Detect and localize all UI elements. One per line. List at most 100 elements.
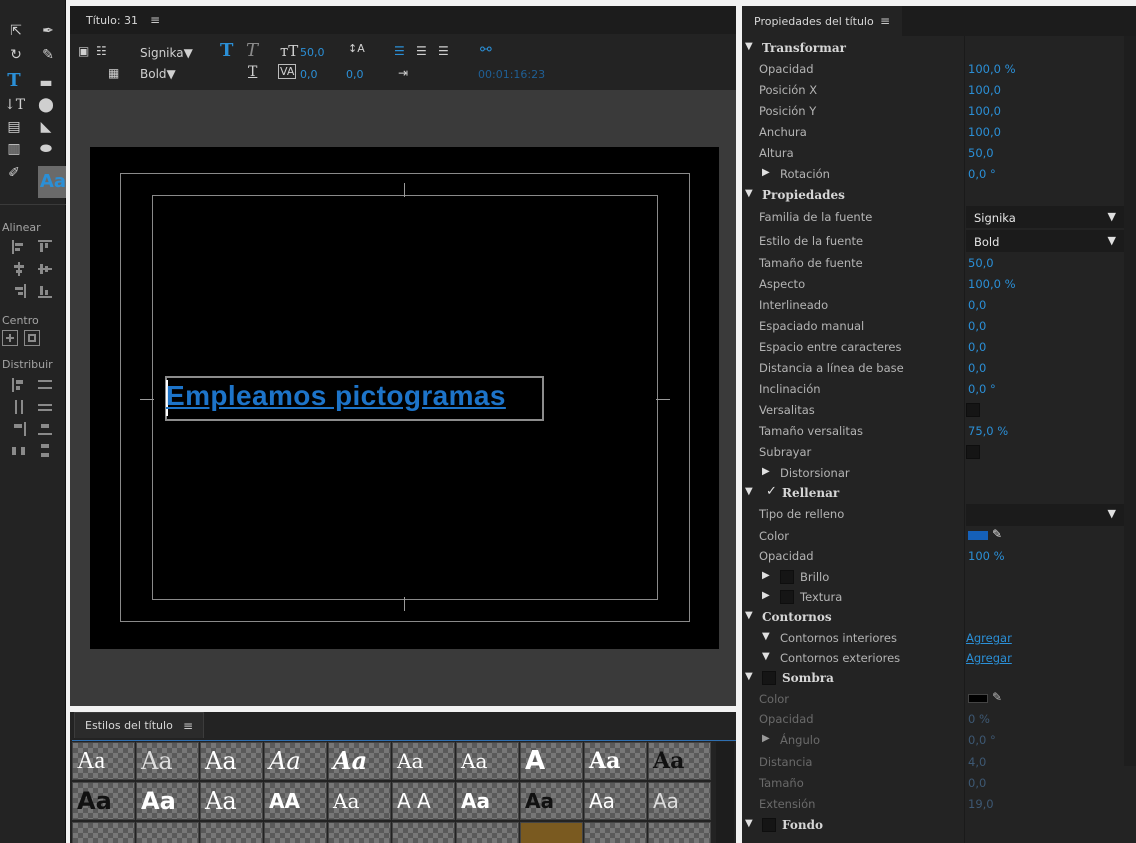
font-family-select[interactable]: Signika bbox=[140, 46, 212, 60]
style-swatch[interactable]: AA bbox=[264, 782, 327, 820]
dropdown-arrow-icon[interactable]: ▼ bbox=[1108, 234, 1116, 247]
path-type-icon[interactable]: ✐ bbox=[4, 164, 24, 182]
collapse-triangle-icon[interactable]: ▼ bbox=[745, 188, 753, 199]
style-swatch[interactable] bbox=[328, 822, 391, 843]
styles-menu-icon[interactable]: ≡ bbox=[183, 719, 193, 733]
rotate-icon[interactable]: ↻ bbox=[6, 46, 26, 64]
properties-tab[interactable]: Propiedades del título ≡ bbox=[742, 6, 902, 36]
align-right-text-icon[interactable]: ☰ bbox=[438, 44, 449, 58]
background-checkbox[interactable] bbox=[762, 818, 776, 832]
expand-triangle-icon[interactable]: ▶ bbox=[762, 466, 770, 477]
title-editor-tab[interactable]: Título: 31 bbox=[86, 14, 138, 27]
section-fill[interactable]: ▼ ✓ Rellenar bbox=[742, 483, 1124, 503]
style-swatch-icon[interactable]: Aa bbox=[38, 166, 66, 198]
prop-texture[interactable]: ▶ Textura bbox=[742, 587, 1124, 607]
small-caps-checkbox[interactable] bbox=[966, 403, 980, 417]
style-swatch[interactable]: Aa bbox=[520, 782, 583, 820]
new-title-icon[interactable]: ▣ bbox=[78, 44, 89, 58]
align-hcenter-icon[interactable] bbox=[12, 262, 26, 276]
texture-checkbox[interactable] bbox=[780, 590, 794, 604]
style-swatch[interactable]: Aa bbox=[328, 742, 391, 780]
distribute-top-icon[interactable] bbox=[38, 378, 52, 392]
expand-triangle-icon[interactable]: ▶ bbox=[762, 590, 770, 601]
area-type-icon[interactable]: ▤ bbox=[4, 118, 24, 136]
type-tool-icon[interactable]: T bbox=[4, 72, 24, 90]
styles-scrollbar[interactable] bbox=[716, 742, 734, 843]
align-center-text-icon[interactable]: ☰ bbox=[416, 44, 427, 58]
style-swatch[interactable]: Aa bbox=[72, 782, 135, 820]
distribute-left-icon[interactable] bbox=[12, 378, 26, 392]
section-transform[interactable]: ▼ Transformar bbox=[742, 38, 1124, 58]
prop-value[interactable]: 75,0 % bbox=[968, 424, 1008, 438]
prop-inner-strokes[interactable]: ▼ Contornos interiores Agregar bbox=[742, 628, 1124, 648]
style-swatch[interactable]: Aa bbox=[584, 782, 647, 820]
title-styles-tab[interactable]: Estilos del título ≡ bbox=[74, 712, 204, 738]
align-left-icon[interactable] bbox=[12, 240, 26, 254]
wedge-icon[interactable]: ◣ bbox=[36, 118, 56, 136]
tab-stops-icon[interactable]: ⇥ bbox=[398, 66, 408, 80]
expand-triangle-icon[interactable]: ▶ bbox=[762, 733, 770, 744]
prop-value[interactable]: 0,0 ° bbox=[968, 733, 996, 747]
rectangle-icon[interactable]: ▬ bbox=[36, 74, 56, 92]
style-swatch[interactable]: Aa bbox=[584, 742, 647, 780]
roll-crawl-icon[interactable]: ☷ bbox=[96, 44, 107, 58]
prop-value[interactable]: 0 % bbox=[968, 712, 990, 726]
prop-value[interactable]: 100 % bbox=[968, 549, 1005, 563]
prop-value[interactable]: 100,0 % bbox=[968, 62, 1016, 76]
center-vertical-icon[interactable] bbox=[24, 330, 40, 346]
bold-icon[interactable]: T bbox=[220, 40, 233, 61]
style-swatch[interactable]: Aa bbox=[648, 782, 711, 820]
fill-checkmark-icon[interactable]: ✓ bbox=[766, 484, 777, 499]
style-swatch[interactable]: Aa bbox=[456, 782, 519, 820]
collapse-triangle-icon[interactable]: ▼ bbox=[745, 41, 753, 52]
prop-value[interactable]: 100,0 bbox=[968, 125, 1001, 139]
distribute-vertical-space-icon[interactable] bbox=[38, 444, 52, 458]
style-swatch[interactable] bbox=[200, 822, 263, 843]
style-swatch[interactable]: Aa bbox=[264, 742, 327, 780]
collapse-triangle-icon[interactable]: ▼ bbox=[745, 486, 753, 497]
section-shadow[interactable]: ▼ Sombra bbox=[742, 668, 1124, 688]
leading-value[interactable]: 0,0 bbox=[346, 68, 364, 81]
style-swatch[interactable] bbox=[520, 822, 583, 843]
prop-value[interactable]: 19,0 bbox=[968, 797, 994, 811]
underline-icon[interactable]: T bbox=[248, 64, 257, 80]
style-swatch[interactable] bbox=[392, 822, 455, 843]
timecode[interactable]: 00:01:16:23 bbox=[478, 68, 545, 81]
collapse-triangle-icon[interactable]: ▼ bbox=[745, 818, 753, 829]
shadow-checkbox[interactable] bbox=[762, 671, 776, 685]
style-swatch[interactable]: Aa bbox=[136, 782, 199, 820]
distribute-right-icon[interactable] bbox=[12, 422, 26, 436]
style-swatch[interactable] bbox=[136, 822, 199, 843]
style-swatch[interactable]: Aa bbox=[328, 782, 391, 820]
prop-distort[interactable]: ▶ Distorsionar bbox=[742, 463, 1124, 483]
prop-value[interactable]: 100,0 bbox=[968, 104, 1001, 118]
collapse-triangle-icon[interactable]: ▼ bbox=[745, 610, 753, 621]
prop-value[interactable]: 50,0 bbox=[968, 256, 994, 270]
distribute-hcenter-icon[interactable] bbox=[12, 400, 26, 414]
add-outer-stroke-link[interactable]: Agregar bbox=[966, 651, 1012, 665]
fill-type-dropdown[interactable] bbox=[966, 504, 1124, 526]
underline-checkbox[interactable] bbox=[966, 445, 980, 459]
fill-color-swatch[interactable] bbox=[968, 531, 988, 540]
properties-scrollbar[interactable] bbox=[1124, 36, 1136, 766]
sheen-checkbox[interactable] bbox=[780, 570, 794, 584]
style-swatch[interactable] bbox=[648, 822, 711, 843]
vertical-area-type-icon[interactable]: ▥ bbox=[4, 140, 24, 158]
style-swatch[interactable] bbox=[72, 822, 135, 843]
eyedropper-icon[interactable]: ✎ bbox=[992, 527, 1002, 541]
collapse-triangle-icon[interactable]: ▼ bbox=[762, 631, 770, 642]
prop-value[interactable]: 0,0 ° bbox=[968, 167, 996, 181]
properties-menu-icon[interactable]: ≡ bbox=[880, 14, 890, 28]
style-swatch[interactable]: Aa bbox=[456, 742, 519, 780]
align-vcenter-icon[interactable] bbox=[38, 262, 52, 276]
title-text[interactable]: Empleamos pictogramas bbox=[166, 380, 506, 412]
prop-sheen[interactable]: ▶ Brillo bbox=[742, 567, 1124, 587]
prop-value[interactable]: 0,0 bbox=[968, 361, 986, 375]
dropdown-arrow-icon[interactable]: ▼ bbox=[1108, 507, 1116, 520]
style-swatch[interactable] bbox=[584, 822, 647, 843]
expand-triangle-icon[interactable]: ▶ bbox=[762, 167, 770, 178]
prop-value[interactable]: 100,0 bbox=[968, 83, 1001, 97]
style-swatch[interactable]: A A bbox=[392, 782, 455, 820]
distribute-horizontal-space-icon[interactable] bbox=[12, 444, 26, 458]
templates-icon[interactable]: ▦ bbox=[108, 66, 119, 80]
